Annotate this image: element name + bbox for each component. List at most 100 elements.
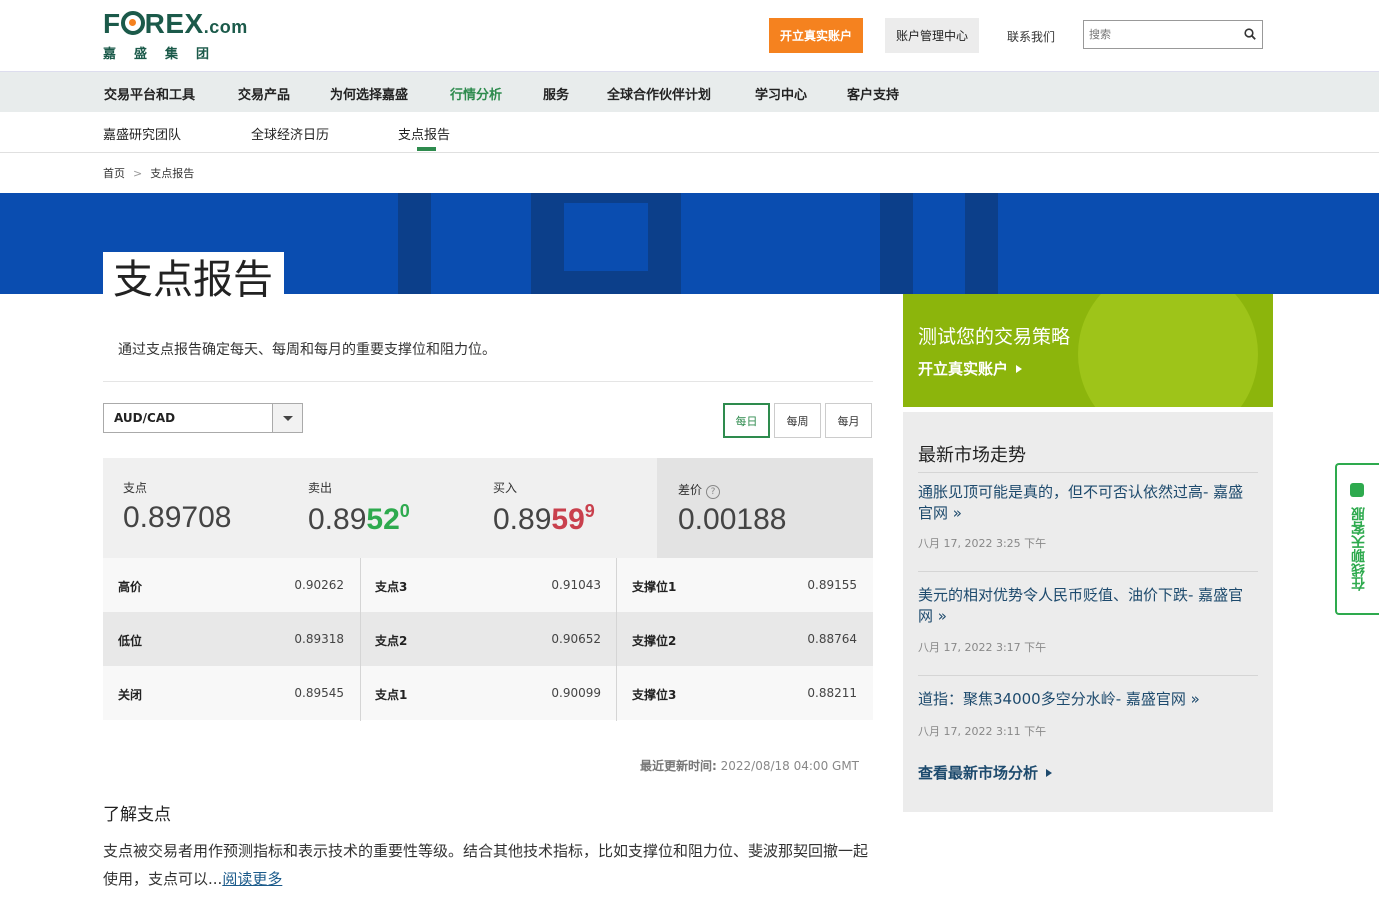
nav-item-learning[interactable]: 学习中心	[755, 84, 807, 103]
table-cell: 高价 0.90262	[103, 558, 360, 612]
last-updated-label: 最近更新时间:	[640, 759, 717, 773]
level-label: 支撑位3	[632, 688, 677, 702]
logo-o-icon	[120, 11, 145, 35]
sell-price-fraction: 0	[399, 501, 410, 521]
period-daily-button[interactable]: 每日	[723, 403, 770, 438]
page-intro: 通过支点报告确定每天、每周和每月的重要支撑位和阻力位。	[118, 342, 496, 358]
news-item-title[interactable]: 通胀见顶可能是真的，但不可否认依然过高- 嘉盛官网 »	[918, 482, 1258, 524]
buy-price-fraction: 9	[584, 501, 595, 521]
last-updated: 最近更新时间: 2022/08/18 04:00 GMT	[640, 757, 859, 774]
last-updated-value: 2022/08/18 04:00 GMT	[720, 759, 859, 773]
sub-nav: 嘉盛研究团队 全球经济日历 支点报告	[0, 112, 1379, 153]
page-title: 支点报告	[103, 252, 284, 304]
divider	[103, 381, 873, 382]
news-item-date: 八月 17, 2022 3:11 下午	[918, 725, 1047, 738]
banner-decoration	[564, 193, 648, 203]
logo-com: .com	[203, 17, 248, 37]
nav-item-support[interactable]: 客户支持	[847, 84, 899, 103]
sell-label: 卖出	[308, 481, 333, 495]
divider	[918, 472, 1258, 473]
banner-decoration	[965, 193, 998, 294]
level-value: 0.88211	[807, 686, 857, 700]
banner-decoration	[531, 193, 564, 294]
subnav-item-pivot[interactable]: 支点报告	[398, 124, 450, 143]
banner-decoration	[648, 193, 681, 294]
table-row: 高价 0.90262 支点3 0.91043 支撑位1 0.89155	[103, 558, 873, 612]
level-label: 支点2	[375, 634, 408, 648]
table-cell: 关闭 0.89545	[103, 666, 360, 720]
promo-decoration	[1078, 294, 1258, 407]
table-cell: 支点3 0.91043	[360, 558, 617, 612]
level-label: 高价	[118, 580, 143, 594]
level-label: 支撑位2	[632, 634, 677, 648]
live-chat-label: 在线聊天客服	[1351, 507, 1367, 591]
breadcrumb-separator: >	[133, 167, 143, 180]
account-center-button[interactable]: 账户管理中心	[885, 18, 979, 53]
arrow-right-icon	[1046, 769, 1053, 777]
nav-item-platforms[interactable]: 交易平台和工具	[104, 84, 195, 103]
buy-price-pips: 59	[551, 503, 585, 536]
period-monthly-button[interactable]: 每月	[825, 403, 872, 438]
sell-price-pips: 52	[366, 503, 400, 536]
select-arrow-box[interactable]	[272, 404, 302, 432]
level-value: 0.91043	[551, 578, 601, 592]
promo-open-account-link[interactable]: 开立真实账户	[918, 358, 1023, 379]
breadcrumb-current: 支点报告	[150, 167, 195, 180]
nav-item-why-us[interactable]: 为何选择嘉盛	[330, 84, 408, 103]
level-label: 低位	[118, 634, 143, 648]
contact-us-link[interactable]: 联系我们	[1007, 28, 1055, 45]
read-more-link[interactable]: 阅读更多	[222, 870, 282, 888]
subnav-item-research[interactable]: 嘉盛研究团队	[103, 124, 181, 143]
market-news-title: 最新市场走势	[918, 445, 1026, 466]
learn-body: 支点被交易者用作预测指标和表示技术的重要性等级。结合其他技术指标，比如支撑位和阻…	[103, 842, 869, 888]
spread-label: 差价	[678, 483, 703, 497]
table-row: 关闭 0.89545 支点1 0.90099 支撑位3 0.88211	[103, 666, 873, 720]
table-cell: 支撑位3 0.88211	[617, 666, 873, 720]
nav-item-analysis[interactable]: 行情分析	[450, 84, 502, 103]
currency-pair-value: AUD/CAD	[114, 411, 176, 425]
currency-pair-select[interactable]: AUD/CAD	[103, 403, 303, 433]
learn-section-text: 支点被交易者用作预测指标和表示技术的重要性等级。结合其他技术指标，比如支撑位和阻…	[103, 837, 878, 893]
pivot-levels-table: 高价 0.90262 支点3 0.91043 支撑位1 0.89155 低位 0.893…	[103, 558, 873, 721]
level-label: 支撑位1	[632, 580, 677, 594]
nav-item-products[interactable]: 交易产品	[238, 84, 290, 103]
search-input[interactable]	[1084, 21, 1234, 48]
header: F REX.com 嘉盛集团 开立真实账户 账户管理中心 联系我们	[0, 0, 1379, 71]
news-item-title[interactable]: 道指：聚焦34000多空分水岭- 嘉盛官网 »	[918, 689, 1258, 710]
news-item-title[interactable]: 美元的相对优势令人民币贬值、油价下跌- 嘉盛官网 »	[918, 585, 1258, 627]
banner-decoration	[564, 271, 648, 294]
live-chat-tab[interactable]: 在线聊天客服	[1335, 463, 1379, 615]
open-account-button[interactable]: 开立真实账户	[769, 18, 863, 53]
table-cell: 支撑位2 0.88764	[617, 612, 873, 666]
promo-link-label: 开立真实账户	[918, 360, 1009, 378]
table-cell: 支撑位1 0.89155	[617, 558, 873, 612]
level-label: 支点1	[375, 688, 408, 702]
learn-section-title: 了解支点	[103, 805, 171, 825]
divider	[918, 675, 1258, 676]
forex-logo[interactable]: F REX.com 嘉盛集团	[103, 10, 248, 63]
market-news-panel: 最新市场走势 通胀见顶可能是真的，但不可否认依然过高- 嘉盛官网 » 八月 17…	[903, 412, 1273, 812]
level-value: 0.89545	[294, 686, 344, 700]
banner-decoration	[398, 193, 431, 294]
breadcrumb-home[interactable]: 首页	[103, 167, 125, 180]
nav-item-partners[interactable]: 全球合作伙伴计划	[607, 84, 711, 103]
main-nav: 交易平台和工具 交易产品 为何选择嘉盛 行情分析 服务 全球合作伙伴计划 学习中…	[0, 71, 1379, 112]
subnav-item-calendar[interactable]: 全球经济日历	[251, 124, 329, 143]
search-icon[interactable]	[1244, 28, 1256, 40]
table-cell: 支点2 0.90652	[360, 612, 617, 666]
level-value: 0.89318	[294, 632, 344, 646]
nav-item-services[interactable]: 服务	[543, 84, 569, 103]
promo-title: 测试您的交易策略	[918, 326, 1071, 348]
quote-panel: 支点 0.89708 卖出 0.89520 买入 0.89599 差价? 0.0…	[103, 458, 873, 558]
level-value: 0.89155	[807, 578, 857, 592]
buy-label: 买入	[493, 481, 518, 495]
more-analysis-link[interactable]: 查看最新市场分析	[918, 762, 1053, 783]
level-value: 0.88764	[807, 632, 857, 646]
promo-banner[interactable]: 测试您的交易策略 开立真实账户	[903, 294, 1273, 407]
help-icon[interactable]: ?	[706, 485, 721, 499]
logo-subtitle: 嘉盛集团	[103, 47, 228, 62]
subnav-active-indicator	[417, 147, 436, 151]
period-weekly-button[interactable]: 每周	[774, 403, 821, 438]
arrow-right-icon	[1016, 365, 1023, 373]
more-analysis-label: 查看最新市场分析	[918, 764, 1039, 782]
